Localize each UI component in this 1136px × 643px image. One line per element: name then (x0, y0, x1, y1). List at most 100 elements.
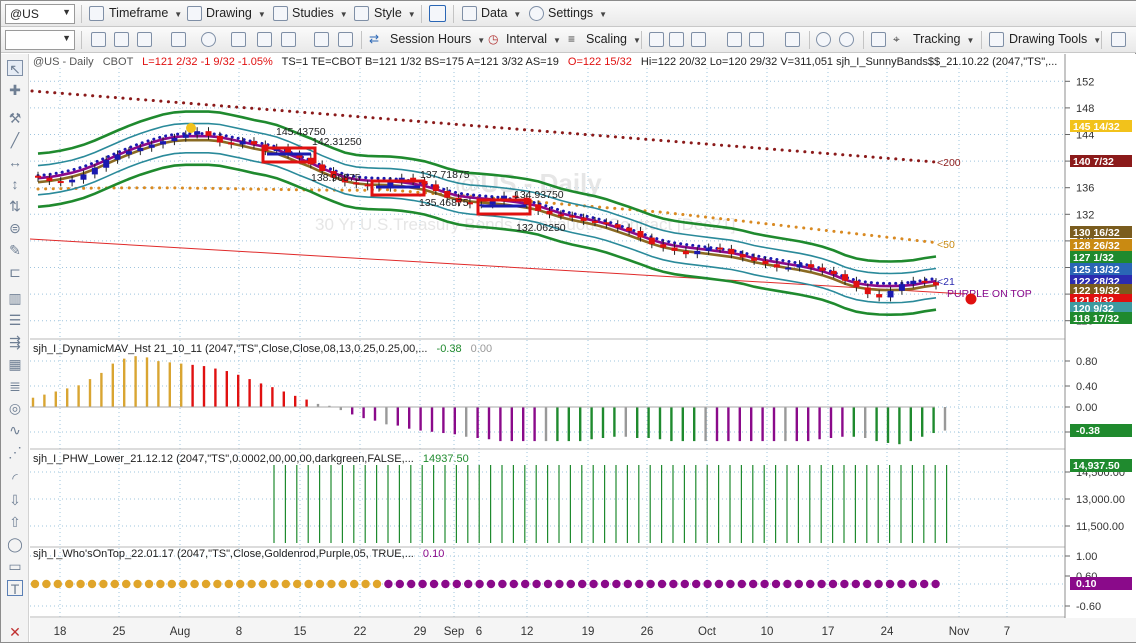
time-axis-label: Oct (698, 626, 717, 638)
arrow-up-tool-icon[interactable]: ⇧ (7, 514, 23, 530)
arc-tool-icon[interactable]: ◜ (7, 470, 23, 486)
refresh-icon[interactable] (91, 32, 106, 47)
drawing-menu[interactable]: Drawing ▼ (206, 6, 266, 20)
studies-menu[interactable]: Studies ▼ (292, 6, 348, 20)
settings-menu[interactable]: Settings ▼ (548, 6, 607, 20)
candle-hollow-icon[interactable] (691, 32, 706, 47)
whos-on-top-dot (395, 579, 404, 589)
pointer-tool-icon[interactable]: ↖ (7, 60, 23, 77)
whos-on-top-dot (258, 579, 268, 589)
symbol-combo[interactable]: @US ▼ (5, 4, 75, 24)
p2-tag-label: -0.38 (1076, 425, 1100, 437)
whos-on-top-dot (760, 579, 769, 589)
arrow-down-tool-icon[interactable]: ⇩ (7, 492, 23, 508)
divider (809, 31, 810, 49)
gann-tool-icon[interactable]: ▦ (7, 356, 23, 372)
candle-body (250, 141, 257, 145)
whos-on-top-dot (452, 579, 461, 589)
tracking-icon[interactable] (871, 32, 886, 47)
analysis-icon[interactable] (257, 32, 272, 47)
whos-on-top-dot (361, 579, 370, 589)
whos-on-top-dot (589, 579, 598, 589)
session-hours-menu[interactable]: Session Hours ▼ (390, 32, 485, 46)
vertical-line-icon[interactable]: ↕ (7, 176, 23, 192)
pattern-icon[interactable] (231, 32, 246, 47)
whos-on-top-dot (874, 579, 883, 589)
retrace-tool-icon[interactable]: ⇶ (7, 334, 23, 350)
drawing-tools-menu[interactable]: Drawing Tools ▼ (1009, 32, 1101, 46)
channel-tool-icon[interactable]: ⇅ (7, 198, 23, 214)
wave-icon[interactable] (281, 32, 296, 47)
price-annotation: 134.93750 (514, 189, 564, 201)
more-icon[interactable] (1111, 32, 1126, 47)
trendline-tool-icon[interactable]: ╱ (7, 132, 23, 148)
candle-body (46, 177, 53, 182)
wave-tool-icon[interactable]: ∿ (7, 422, 23, 438)
text-tool-icon[interactable]: T (7, 580, 23, 597)
whos-on-top-dot (144, 579, 154, 589)
time-axis-label: 22 (354, 626, 367, 638)
chart-area[interactable]: @US - Daily 30 Yr U.S.Treasury Bonds Con… (30, 54, 1136, 642)
bar-chart-icon[interactable] (649, 32, 664, 47)
wrench-tool-icon[interactable]: ⚒ (7, 110, 23, 126)
p3-tag-label: 14,937.50 (1073, 460, 1120, 472)
delete-tool-icon[interactable]: ✕ (7, 624, 23, 640)
price-tick-label: 152 (1076, 76, 1094, 88)
whos-on-top-dot (293, 579, 302, 589)
p2-tick-label: 0.40 (1076, 381, 1097, 393)
grid-icon[interactable] (114, 32, 129, 47)
ellipse-tool-icon[interactable]: ◯ (7, 536, 23, 552)
range-icon[interactable] (785, 32, 800, 47)
interval-menu[interactable]: Interval ▼ (506, 32, 561, 46)
whos-on-top-dot (578, 579, 587, 589)
time-axis-label: 26 (641, 626, 654, 638)
tracking-menu[interactable]: Tracking ▼ (913, 32, 974, 46)
ohlc-icon[interactable] (727, 32, 742, 47)
fibonacci-tool-icon[interactable]: ⊜ (7, 220, 23, 236)
scaling-icon: ≡ (568, 32, 576, 46)
crosshair-tool-icon[interactable]: ✚ (7, 82, 23, 98)
ruler-tool-icon[interactable]: ⊏ (7, 264, 23, 280)
bars-icon[interactable] (137, 32, 152, 47)
whos-on-top-dot (623, 579, 632, 589)
settings-icon[interactable] (314, 32, 329, 47)
format-icon[interactable] (338, 32, 353, 47)
time-axis-label: Nov (949, 626, 970, 638)
data-menu[interactable]: Data ▼ (481, 6, 521, 20)
scaling-menu[interactable]: Scaling ▼ (586, 32, 641, 46)
candle-body (319, 164, 326, 172)
zoom-in-icon[interactable] (816, 32, 831, 47)
style-menu[interactable]: Style ▼ (374, 6, 416, 20)
candle-body (603, 222, 610, 225)
candle-body (535, 204, 542, 211)
horizontal-line-icon[interactable]: ↔ (7, 154, 23, 170)
cycle-tool-icon[interactable]: ◎ (7, 400, 23, 416)
whos-on-top-dot (840, 579, 849, 589)
zoom-icon[interactable] (171, 32, 186, 47)
divider (1101, 31, 1102, 49)
lines-tool-icon[interactable]: ☰ (7, 312, 23, 328)
timeframe-menu[interactable]: Timeframe ▼ (109, 6, 182, 20)
zoom-out-icon[interactable] (839, 32, 854, 47)
whos-on-top-dot (680, 579, 689, 589)
candle-chart-icon[interactable] (669, 32, 684, 47)
p4-tick-label: -0.60 (1076, 601, 1101, 613)
candle-body (898, 284, 905, 291)
compass-icon[interactable] (201, 32, 216, 47)
rectangle-tool-icon[interactable]: ▭ (7, 558, 23, 574)
columns-tool-icon[interactable]: ▥ (7, 290, 23, 306)
speed-tool-icon[interactable]: ⋰ (7, 444, 23, 460)
pencil-tool-icon[interactable]: ✎ (7, 242, 23, 258)
hlc-icon[interactable] (749, 32, 764, 47)
data-icon (462, 6, 477, 21)
candle-body (614, 224, 621, 228)
divider (863, 31, 864, 49)
timeframe-icon (89, 6, 104, 21)
drawing-icon (187, 6, 202, 21)
window-link-icon[interactable] (429, 5, 446, 22)
drawing-rail: ↖ ✚ ⚒ ╱ ↔ ↕ ⇅ ⊜ ✎ ⊏ ▥ ☰ ⇶ ▦ ≣ ◎ ∿ ⋰ ◜ ⇩ … (1, 54, 29, 642)
time-axis-label: 10 (761, 626, 774, 638)
interval-combo[interactable]: ▼ (5, 30, 75, 50)
bars-tool-icon[interactable]: ≣ (7, 378, 23, 394)
style-icon (354, 6, 369, 21)
